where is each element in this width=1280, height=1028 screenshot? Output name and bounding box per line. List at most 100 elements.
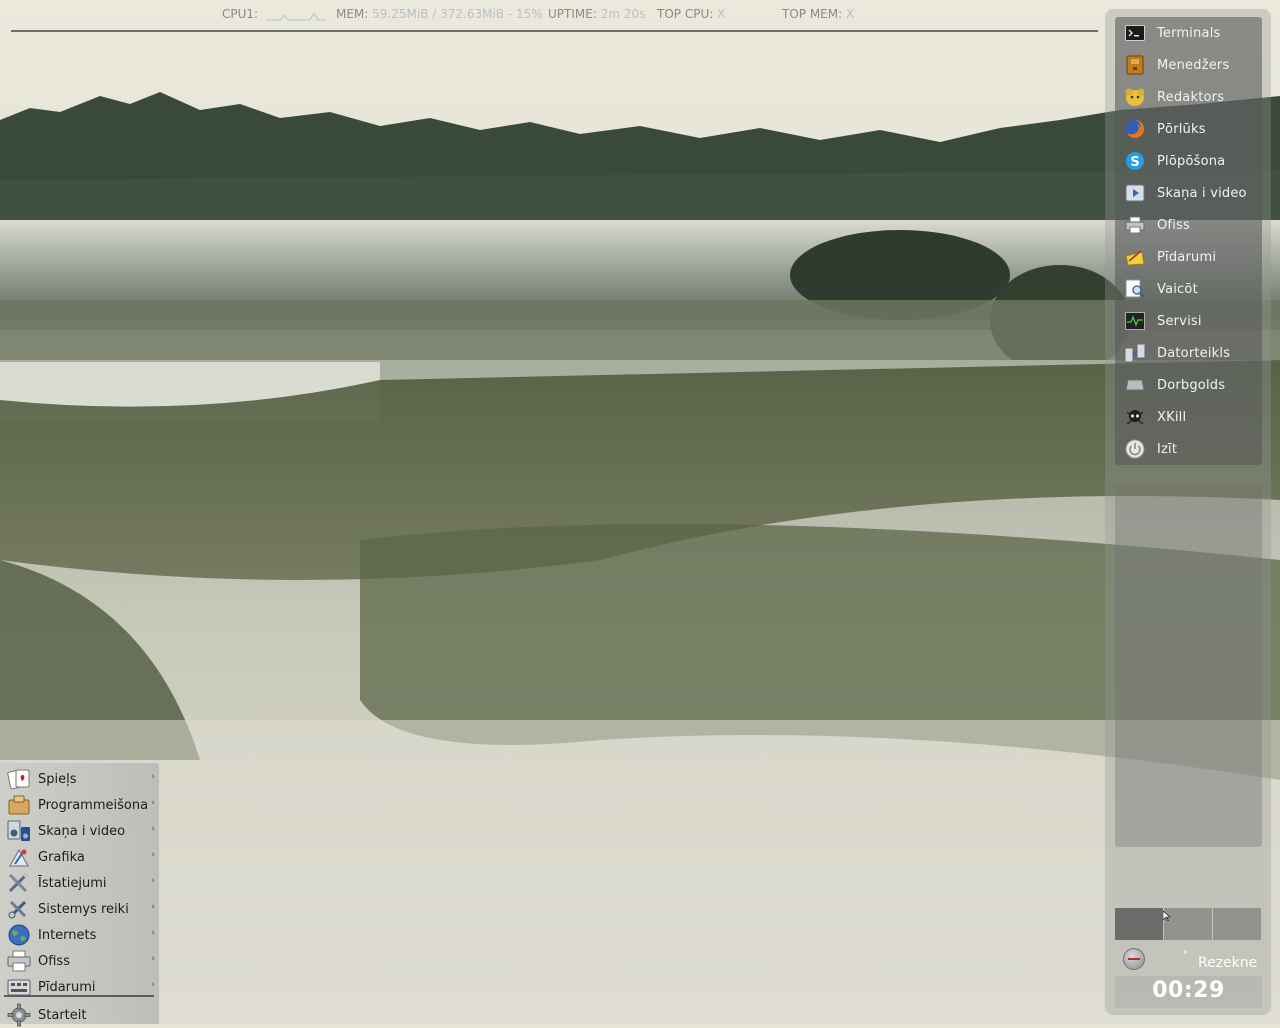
keyboard-layout-indicator[interactable]: Rezekne bbox=[1198, 955, 1257, 971]
submenu-arrow-icon: › bbox=[151, 876, 155, 886]
mouse-cursor-icon bbox=[1163, 911, 1171, 921]
network-status-icon[interactable] bbox=[1123, 948, 1145, 970]
menu-label: Ofiss bbox=[38, 953, 70, 969]
launcher-item-terminals[interactable]: Terminals bbox=[1115, 18, 1262, 48]
launcher-label: Vaicōt bbox=[1157, 281, 1198, 297]
start-menu: Spieļs › Programmeišona › Skaņa i video … bbox=[0, 763, 159, 1027]
launcher-label: Datorteikls bbox=[1157, 345, 1231, 361]
printer-icon bbox=[1124, 214, 1146, 236]
launcher-item-exit[interactable]: Izīt bbox=[1115, 434, 1262, 464]
submenu-arrow-icon: › bbox=[151, 798, 155, 808]
start-button[interactable]: Starteit bbox=[0, 1002, 159, 1028]
development-icon bbox=[6, 793, 32, 817]
mem-value: 59.25MiB / 372.63MiB - 15% bbox=[372, 7, 543, 21]
svg-text:S: S bbox=[1130, 155, 1139, 170]
terminal-icon bbox=[1124, 22, 1146, 44]
conky-divider bbox=[11, 30, 1098, 32]
launcher-item-accessories[interactable]: Pīdarumi bbox=[1115, 242, 1262, 272]
uptime-readout: UPTIME: 2m 20s bbox=[548, 7, 645, 21]
cpu-readout: CPU1: bbox=[222, 7, 326, 21]
launcher-label: Dorbgolds bbox=[1157, 377, 1226, 393]
system-tray: ° Rezekne bbox=[1115, 942, 1262, 974]
menu-item-internet[interactable]: Internets › bbox=[0, 922, 159, 948]
launcher-item-media[interactable]: Skaņa i video bbox=[1115, 178, 1262, 208]
desktop-icon bbox=[1124, 374, 1146, 396]
launcher-item-file-manager[interactable]: Menedžers bbox=[1115, 50, 1262, 80]
submenu-arrow-icon: › bbox=[151, 850, 155, 860]
menu-item-settings[interactable]: Īstatiejumi › bbox=[0, 870, 159, 896]
top-cpu-label: TOP CPU: bbox=[657, 7, 714, 21]
top-cpu-value: X bbox=[717, 7, 726, 21]
launcher-label: Ofiss bbox=[1157, 217, 1190, 233]
cpu-graph bbox=[265, 11, 326, 20]
network-icon bbox=[1124, 342, 1146, 364]
menu-item-system-tools[interactable]: Sistemys reiki › bbox=[0, 896, 159, 922]
launcher-label: Izīt bbox=[1157, 441, 1178, 457]
submenu-arrow-icon: › bbox=[151, 772, 155, 782]
launcher-item-text-editor[interactable]: Redaktors bbox=[1115, 82, 1262, 112]
launcher-label: Plōpōšona bbox=[1157, 153, 1226, 169]
launcher-item-browser[interactable]: Pōrlūks bbox=[1115, 114, 1262, 144]
workspace-2[interactable] bbox=[1164, 908, 1212, 940]
launcher-label: Pōrlūks bbox=[1157, 121, 1206, 137]
workspace-1[interactable] bbox=[1115, 908, 1163, 940]
launcher-item-voip[interactable]: S Plōpōšona bbox=[1115, 146, 1262, 176]
system-monitor-icon bbox=[1124, 310, 1146, 332]
firefox-icon bbox=[1124, 118, 1146, 140]
menu-item-multimedia[interactable]: Skaņa i video › bbox=[0, 818, 159, 844]
menu-label: Skaņa i video bbox=[38, 823, 126, 839]
workspace-3[interactable] bbox=[1213, 908, 1261, 940]
clock[interactable]: 00:29 bbox=[1115, 976, 1262, 1008]
launcher-label: Redaktors bbox=[1157, 89, 1225, 105]
launcher-item-office[interactable]: Ofiss bbox=[1115, 210, 1262, 240]
accessories-icon bbox=[1124, 246, 1146, 268]
desktop-wallpaper bbox=[0, 0, 1280, 1024]
top-mem-value: X bbox=[846, 7, 855, 21]
workspace-pager bbox=[1115, 908, 1262, 940]
launcher-label: Pīdarumi bbox=[1157, 249, 1217, 265]
tray-degree: ° bbox=[1183, 950, 1188, 961]
top-mem-readout: TOP MEM: X bbox=[782, 7, 854, 21]
top-cpu-readout: TOP CPU: X bbox=[657, 7, 725, 21]
submenu-arrow-icon: › bbox=[151, 902, 155, 912]
submenu-arrow-icon: › bbox=[151, 824, 155, 834]
menu-label: Internets bbox=[38, 927, 97, 943]
menu-item-development[interactable]: Programmeišona › bbox=[0, 792, 159, 818]
office-icon bbox=[6, 949, 32, 973]
launcher-item-services[interactable]: Servisi bbox=[1115, 306, 1262, 336]
menu-item-graphics[interactable]: Grafika › bbox=[0, 844, 159, 870]
submenu-arrow-icon: › bbox=[151, 954, 155, 964]
search-icon bbox=[1124, 278, 1146, 300]
uptime-label: UPTIME: bbox=[548, 7, 597, 21]
app-launcher: Terminals Menedžers Redaktors Pōrlūks S … bbox=[1115, 17, 1262, 465]
launcher-item-desktop[interactable]: Dorbgolds bbox=[1115, 370, 1262, 400]
menu-separator bbox=[4, 995, 154, 997]
launcher-item-xkill[interactable]: XKill bbox=[1115, 402, 1262, 432]
launcher-label: Menedžers bbox=[1157, 57, 1230, 73]
uptime-value: 2m 20s bbox=[600, 7, 646, 21]
system-tools-icon bbox=[6, 897, 32, 921]
menu-label: Spieļs bbox=[38, 771, 77, 787]
launcher-label: XKill bbox=[1157, 409, 1187, 425]
text-editor-icon bbox=[1124, 86, 1146, 108]
menu-label: Īstatiejumi bbox=[38, 875, 107, 891]
games-icon bbox=[6, 767, 32, 791]
gear-icon bbox=[6, 1003, 32, 1027]
skype-icon: S bbox=[1124, 150, 1146, 172]
launcher-item-network[interactable]: Datorteikls bbox=[1115, 338, 1262, 368]
media-player-icon bbox=[1124, 182, 1146, 204]
settings-icon bbox=[6, 871, 32, 895]
submenu-arrow-icon: › bbox=[151, 928, 155, 938]
taskbar-window-list[interactable] bbox=[1115, 485, 1262, 847]
conky-system-monitor: CPU1: MEM: 59.25MiB / 372.63MiB - 15% UP… bbox=[0, 0, 1100, 34]
skull-icon bbox=[1124, 406, 1146, 428]
menu-label: Sistemys reiki bbox=[38, 901, 129, 917]
mem-readout: MEM: 59.25MiB / 372.63MiB - 15% bbox=[336, 7, 543, 21]
start-label: Starteit bbox=[38, 1007, 87, 1023]
launcher-item-search[interactable]: Vaicōt bbox=[1115, 274, 1262, 304]
submenu-arrow-icon: › bbox=[151, 980, 155, 990]
menu-label: Pīdarumi bbox=[38, 979, 96, 995]
graphics-icon bbox=[6, 845, 32, 869]
menu-item-office[interactable]: Ofiss › bbox=[0, 948, 159, 974]
menu-item-games[interactable]: Spieļs › bbox=[0, 766, 159, 792]
